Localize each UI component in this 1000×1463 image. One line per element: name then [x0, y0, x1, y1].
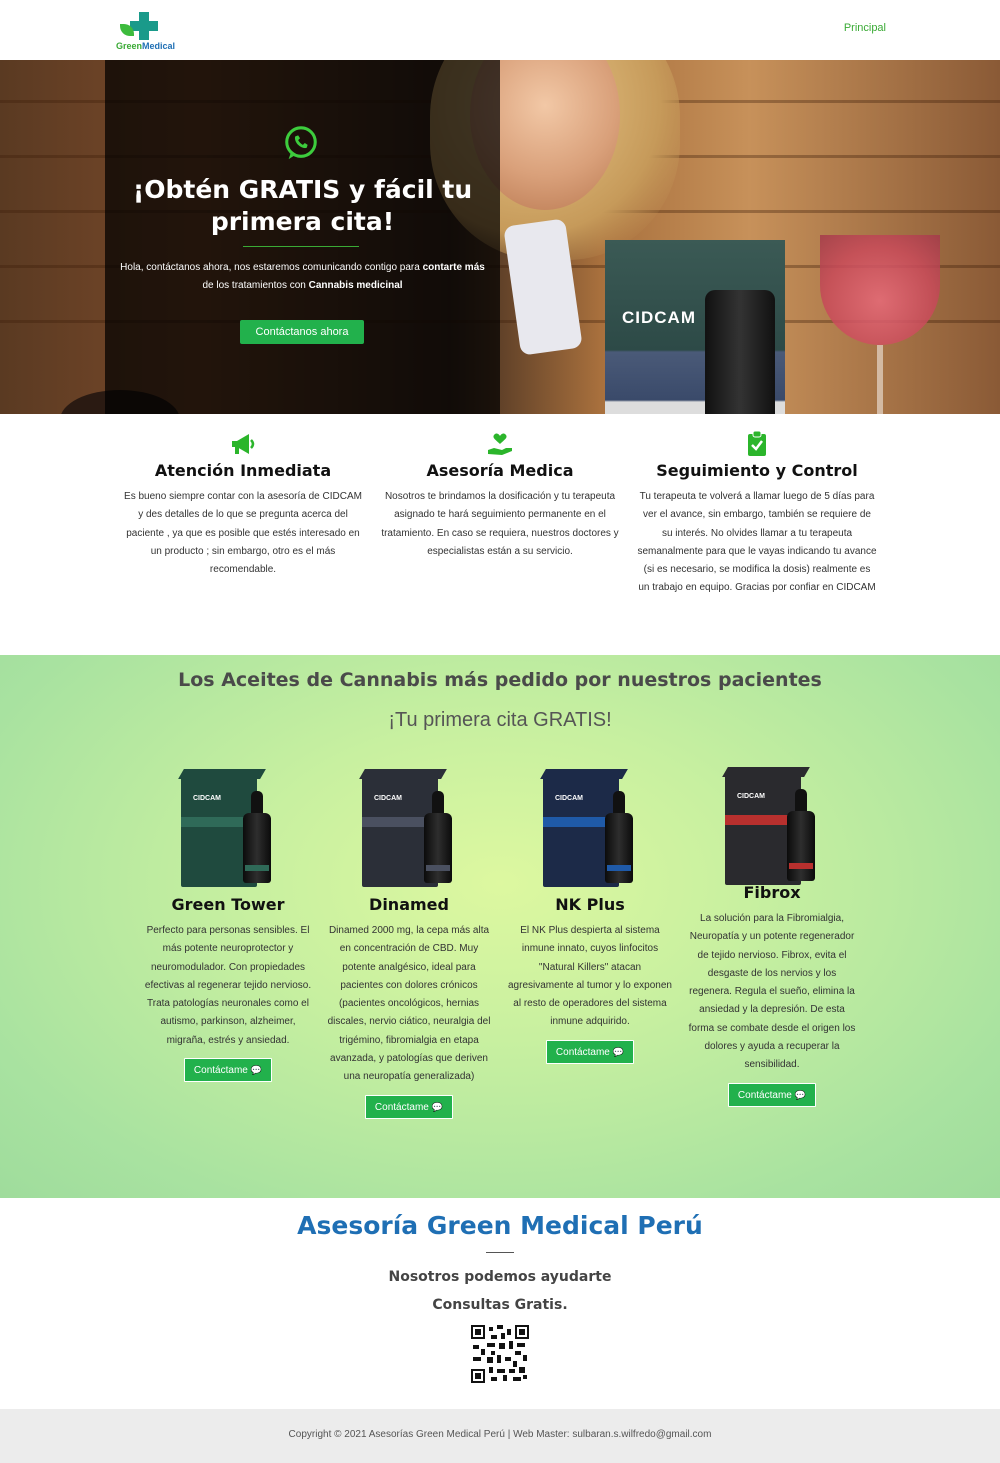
feature-seguimiento-control: Seguimiento y Control Tu terapeuta te vo…	[637, 430, 877, 598]
photo-box-label: CIDCAM	[622, 308, 696, 327]
product-image: CIDCAM	[717, 763, 827, 885]
product-description: La solución para la Fibromialgia, Neurop…	[688, 913, 856, 1071]
product-image: CIDCAM	[354, 765, 464, 895]
megaphone-icon	[232, 434, 255, 454]
product-name: Green Tower	[171, 895, 285, 914]
product-name: Dinamed	[369, 895, 449, 914]
hero-text-part-1: Hola, contáctanos ahora, nos estaremos c…	[120, 262, 423, 273]
logo-text-green: Green	[116, 41, 143, 51]
feature-title: Atención Inmediata	[154, 461, 332, 480]
button-label: Contáctame	[374, 1101, 429, 1113]
products-section: Los Aceites de Cannabis más pedido por n…	[0, 655, 1000, 1198]
hero-title: ¡Obtén GRATIS y fácil tu primera cita!	[132, 175, 473, 236]
product-fibrox: CIDCAM Fibrox La solución para la Fibrom…	[688, 763, 856, 1107]
feature-asesoria-medica: Asesoría Medica Nosotros te brindamos la…	[380, 430, 620, 561]
contact-me-button[interactable]: Contáctame 💬	[183, 1058, 273, 1083]
site-header: GreenMedical Principal	[0, 0, 1000, 60]
hero-divider	[243, 246, 359, 247]
asesoria-line-1: Nosotros podemos ayudarte	[388, 1269, 612, 1285]
chat-icon: 💬	[250, 1065, 263, 1076]
contact-now-button[interactable]: Contáctanos ahora	[240, 320, 364, 344]
chat-icon: 💬	[794, 1089, 807, 1100]
hand-heart-icon	[488, 433, 512, 455]
products-title: Los Aceites de Cannabis más pedido por n…	[178, 669, 822, 691]
product-nk-plus: CIDCAM NK Plus El NK Plus despierta al s…	[506, 765, 674, 1064]
hero-text-part-2: de los tratamientos con	[202, 280, 309, 291]
logo-text-medical: Medical	[142, 41, 176, 51]
medical-cross-icon	[130, 12, 158, 40]
contact-me-button[interactable]: Contáctame 💬	[727, 1082, 817, 1107]
product-box-brand: CIDCAM	[374, 795, 402, 802]
contact-me-button[interactable]: Contáctame 💬	[364, 1094, 454, 1119]
asesoria-title: Asesoría Green Medical Perú	[297, 1211, 703, 1240]
feature-title: Seguimiento y Control	[656, 461, 858, 480]
asesoria-divider	[486, 1252, 514, 1253]
hero-description: Hola, contáctanos ahora, nos estaremos c…	[120, 259, 485, 295]
hero-text-bold-1: contarte más	[422, 262, 485, 273]
hero-text-bold-2: Cannabis medicinal	[308, 280, 403, 291]
qr-code[interactable]	[471, 1325, 529, 1383]
product-box-brand: CIDCAM	[193, 795, 221, 802]
product-box-brand: CIDCAM	[737, 793, 765, 800]
feature-text: Nosotros te brindamos la dosificación y …	[381, 491, 619, 557]
product-box-brand: CIDCAM	[555, 795, 583, 802]
product-description: Dinamed 2000 mg, la cepa más alta en con…	[327, 925, 491, 1083]
button-label: Contáctame	[737, 1089, 792, 1101]
feature-text: Tu terapeuta te volverá a llamar luego d…	[637, 491, 877, 594]
asesoria-line-2: Consultas Gratis.	[432, 1297, 568, 1313]
feature-title: Asesoría Medica	[426, 461, 574, 480]
product-green-tower: CIDCAM Green Tower Perfecto para persona…	[144, 765, 312, 1083]
feature-text: Es bueno siempre contar con la asesoría …	[124, 491, 362, 576]
button-label: Contáctame	[193, 1065, 248, 1077]
product-image: CIDCAM	[173, 765, 283, 895]
contact-me-button[interactable]: Contáctame 💬	[545, 1039, 635, 1064]
green-medical-logo[interactable]: GreenMedical	[116, 10, 176, 52]
product-description: El NK Plus despierta al sistema inmune i…	[508, 925, 672, 1028]
footer-copyright: Copyright © 2021 Asesorías Green Medical…	[288, 1429, 712, 1440]
product-name: Fibrox	[743, 883, 801, 902]
product-description: Perfecto para personas sensibles. El más…	[144, 925, 312, 1046]
feature-atencion-inmediata: Atención Inmediata Es bueno siempre cont…	[123, 430, 363, 579]
chat-icon: 💬	[612, 1046, 625, 1057]
product-name: NK Plus	[555, 895, 625, 914]
button-label: Contáctame	[555, 1046, 610, 1058]
product-dinamed: CIDCAM Dinamed Dinamed 2000 mg, la cepa …	[325, 765, 493, 1119]
products-subtitle: ¡Tu primera cita GRATIS!	[388, 709, 612, 731]
product-image: CIDCAM	[535, 765, 645, 895]
logo-text: GreenMedical	[116, 41, 175, 51]
features-section: Atención Inmediata Es bueno siempre cont…	[0, 414, 1000, 655]
nav-link-principal[interactable]: Principal	[844, 22, 886, 34]
whatsapp-icon[interactable]	[282, 124, 320, 162]
site-footer: Copyright © 2021 Asesorías Green Medical…	[0, 1409, 1000, 1463]
chat-icon: 💬	[431, 1101, 444, 1112]
clipboard-check-icon	[748, 430, 766, 456]
